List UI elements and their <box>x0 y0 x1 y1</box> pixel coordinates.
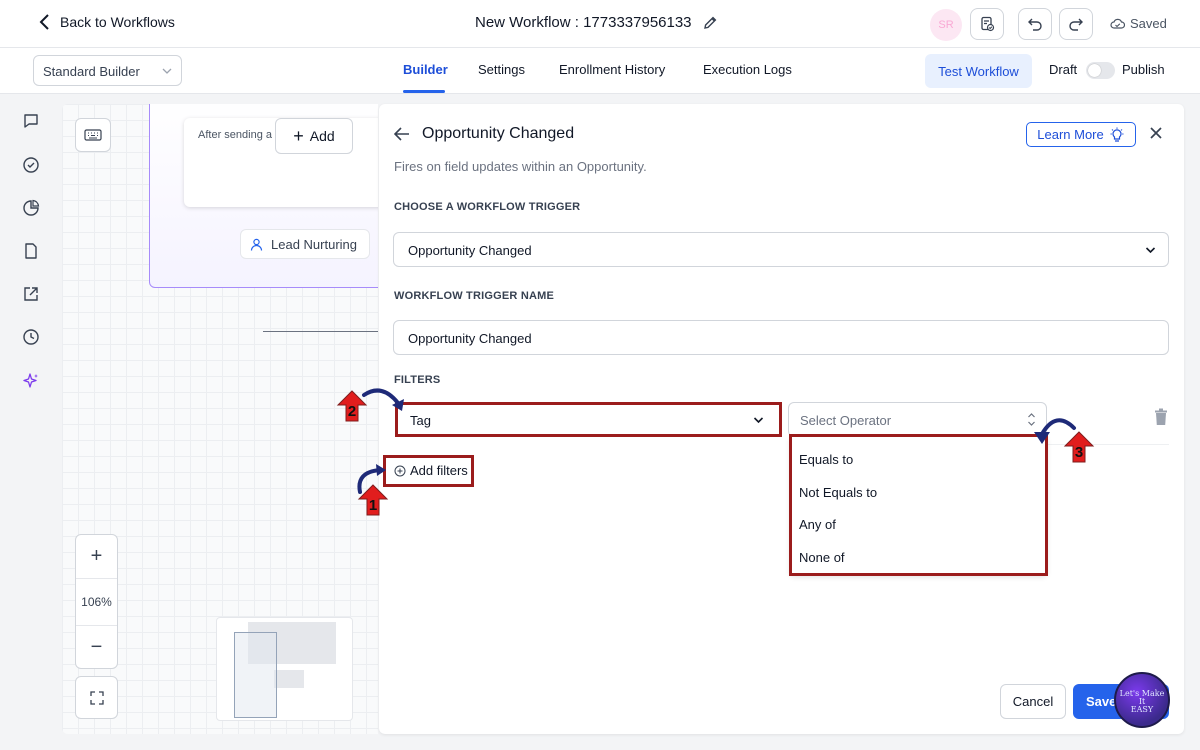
rail-history[interactable] <box>22 328 40 346</box>
add-node-button[interactable]: + Add <box>275 118 353 154</box>
active-tab-indicator <box>403 90 445 93</box>
rail-tasks[interactable] <box>22 156 40 174</box>
close-icon <box>1150 127 1162 139</box>
cloud-check-icon <box>1110 18 1125 29</box>
file-icon <box>25 243 37 259</box>
draft-label: Draft <box>1049 62 1078 77</box>
zoom-in-button[interactable]: + <box>76 535 117 578</box>
trigger-name-value: Opportunity Changed <box>408 331 532 346</box>
user-avatar[interactable]: SR <box>930 9 962 41</box>
step-1-number: 1 <box>369 497 377 514</box>
pencil-icon[interactable] <box>702 15 718 31</box>
lightbulb-icon <box>1110 127 1124 142</box>
trash-icon <box>1155 408 1167 425</box>
document-check-button[interactable] <box>970 8 1004 40</box>
chevron-down-icon <box>1145 247 1156 254</box>
learn-more-label: Learn More <box>1037 127 1104 142</box>
highlight-operator-dropdown <box>789 434 1048 576</box>
highlight-filter-field <box>395 402 782 437</box>
redo-icon <box>1069 18 1083 31</box>
lead-nurturing-label: Lead Nurturing <box>271 236 357 252</box>
trigger-section-label: CHOOSE A WORKFLOW TRIGGER <box>394 201 581 213</box>
learn-more-button[interactable]: Learn More <box>1026 122 1136 147</box>
message-icon <box>24 114 38 128</box>
redo-button[interactable] <box>1059 8 1093 40</box>
filter-operator-select[interactable]: Select Operator <box>788 402 1047 437</box>
keyboard-shortcuts-button[interactable] <box>75 118 111 152</box>
trigger-name-input[interactable]: Opportunity Changed <box>393 320 1169 355</box>
tab-builder[interactable]: Builder <box>403 62 448 77</box>
check-circle-icon <box>23 157 39 173</box>
left-icon-rail <box>0 94 62 750</box>
cancel-button[interactable]: Cancel <box>1000 684 1066 719</box>
top-bar: Back to Workflows New Workflow : 1773337… <box>0 0 1200 48</box>
document-check-icon <box>981 16 995 32</box>
chevron-left-icon <box>39 14 49 30</box>
workflow-title-text: New Workflow : 1773337956133 <box>475 14 692 31</box>
undo-button[interactable] <box>1018 8 1052 40</box>
toggle-knob <box>1088 64 1101 77</box>
pie-chart-icon <box>23 199 40 216</box>
minimap-node <box>274 670 304 688</box>
workflow-title: New Workflow : 1773337956133 <box>475 14 718 31</box>
canvas-minimap[interactable] <box>216 617 353 721</box>
rail-analytics[interactable] <box>22 199 40 217</box>
keyboard-icon <box>84 129 102 141</box>
back-to-workflows-link[interactable]: Back to Workflows <box>38 14 175 30</box>
step-3-badge: 3 <box>1063 430 1095 464</box>
zoom-out-button[interactable]: − <box>76 626 117 669</box>
highlight-add-filters <box>383 455 474 487</box>
fit-view-button[interactable] <box>75 676 118 719</box>
test-workflow-button[interactable]: Test Workflow <box>925 54 1032 88</box>
rail-external[interactable] <box>22 285 40 303</box>
add-label: Add <box>309 128 335 144</box>
close-panel-button[interactable] <box>1149 126 1163 140</box>
builder-toolbar: Standard Builder Builder Settings Enroll… <box>0 48 1200 94</box>
saved-status: Saved <box>1110 16 1167 31</box>
rail-comments[interactable] <box>22 112 40 130</box>
panel-subtitle: Fires on field updates within an Opportu… <box>394 159 647 174</box>
external-link-icon <box>24 287 38 301</box>
panel-header: Opportunity Changed <box>394 125 574 143</box>
expand-icon <box>89 690 104 705</box>
name-section-label: WORKFLOW TRIGGER NAME <box>394 290 555 302</box>
rail-ai[interactable] <box>22 372 40 390</box>
clock-icon <box>23 329 39 345</box>
zoom-controls: + 106% − <box>75 534 118 669</box>
step-2-number: 2 <box>348 403 356 420</box>
filter-operator-placeholder: Select Operator <box>800 413 892 428</box>
panel-title: Opportunity Changed <box>422 125 575 142</box>
user-icon <box>250 238 263 251</box>
step-3-number: 3 <box>1075 444 1083 461</box>
trigger-select[interactable]: Opportunity Changed <box>393 232 1169 267</box>
builder-type-select[interactable]: Standard Builder <box>33 55 182 86</box>
connector-line <box>263 331 378 332</box>
chevron-down-icon <box>162 68 172 74</box>
undo-icon <box>1028 18 1042 31</box>
tab-execution-logs[interactable]: Execution Logs <box>703 62 792 77</box>
builder-select-value: Standard Builder <box>43 64 140 79</box>
sparkles-icon <box>23 373 38 388</box>
step-1-badge: 1 <box>357 483 389 517</box>
saved-label: Saved <box>1130 16 1167 31</box>
node-card-text: After sending a <box>198 129 272 141</box>
publish-toggle[interactable] <box>1086 62 1115 79</box>
watermark-logo: Let's Make It EASY <box>1114 672 1170 728</box>
tab-settings[interactable]: Settings <box>478 62 525 77</box>
zoom-level: 106% <box>81 595 112 609</box>
lead-nurturing-pill[interactable]: Lead Nurturing <box>240 229 370 259</box>
watermark-line: EASY <box>1130 705 1154 714</box>
arrow-left-icon[interactable] <box>394 127 410 141</box>
plus-icon: + <box>293 125 304 146</box>
delete-filter-button[interactable] <box>1153 408 1169 426</box>
tab-enrollment-history[interactable]: Enrollment History <box>559 62 665 77</box>
minimap-viewport[interactable] <box>234 632 277 718</box>
rail-templates[interactable] <box>22 242 40 260</box>
back-label: Back to Workflows <box>60 14 175 30</box>
workflow-canvas[interactable]: After sending a + Add Lead Nurturing + 1… <box>62 104 378 734</box>
publish-label: Publish <box>1122 62 1165 77</box>
step-2-badge: 2 <box>336 389 368 423</box>
trigger-select-value: Opportunity Changed <box>408 243 532 258</box>
